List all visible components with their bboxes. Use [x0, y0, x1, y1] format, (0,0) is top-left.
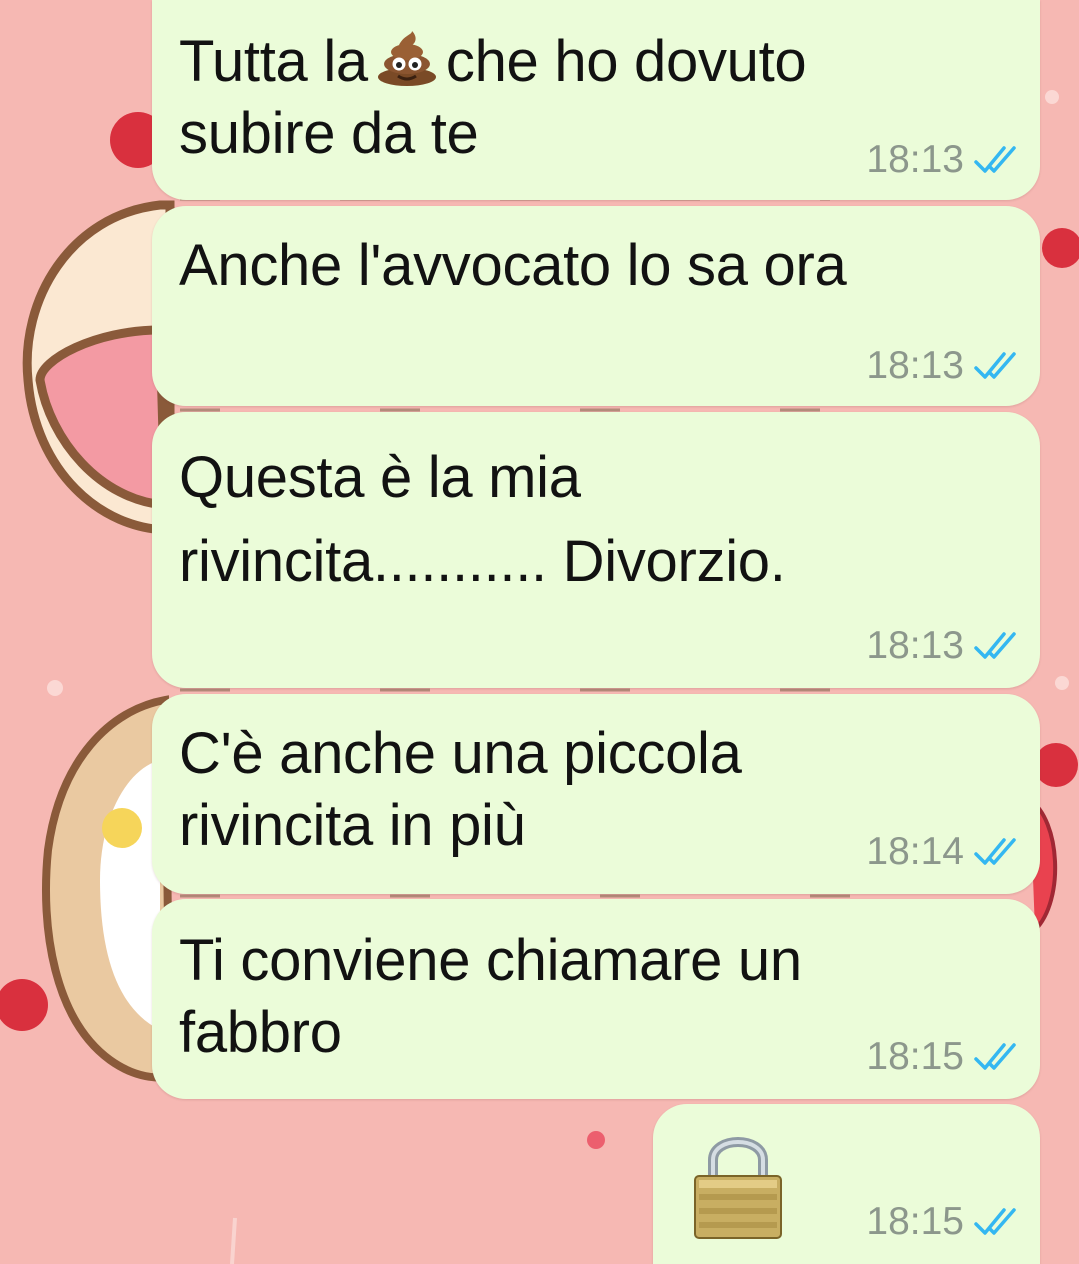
message-bubble[interactable]: 18:15 [653, 1104, 1040, 1264]
message-meta: 18:13 [866, 344, 1018, 388]
message-bubble[interactable]: Tutta la che ho dovuto subire da te 18:1… [152, 0, 1040, 200]
message-time: 18:15 [866, 1035, 964, 1078]
message-meta: 18:13 [866, 138, 1018, 182]
message-meta: 18:13 [866, 624, 1018, 668]
message-text: Questa è la mia rivincita........... Div… [179, 445, 786, 594]
double-check-icon [974, 1208, 1016, 1235]
message-time: 18:13 [866, 624, 964, 667]
message-meta: 18:15 [866, 1035, 1018, 1079]
message-time: 18:13 [866, 344, 964, 387]
message-meta: 18:15 [866, 1200, 1018, 1244]
message-time: 18:14 [866, 830, 964, 873]
pile-of-poo-icon [377, 31, 436, 86]
message-meta: 18:14 [866, 830, 1018, 874]
message-bubble[interactable]: Ti conviene chiamare un fabbro 18:15 [152, 899, 1040, 1099]
double-check-icon [974, 146, 1016, 173]
message-bubble[interactable]: Anche l'avvocato lo sa ora 18:13 [152, 206, 1040, 406]
message-bubble[interactable]: C'è anche una piccola rivincita in più 1… [152, 694, 1040, 894]
message-bubble[interactable]: Questa è la mia rivincita........... Div… [152, 412, 1040, 688]
message-time: 18:15 [866, 1200, 964, 1243]
double-check-icon [974, 632, 1016, 659]
double-check-icon [974, 1043, 1016, 1070]
double-check-icon [974, 838, 1016, 865]
double-check-icon [974, 352, 1016, 379]
padlock-icon [694, 1137, 782, 1239]
message-text: Anche l'avvocato lo sa ora [179, 233, 847, 298]
message-time: 18:13 [866, 138, 964, 181]
